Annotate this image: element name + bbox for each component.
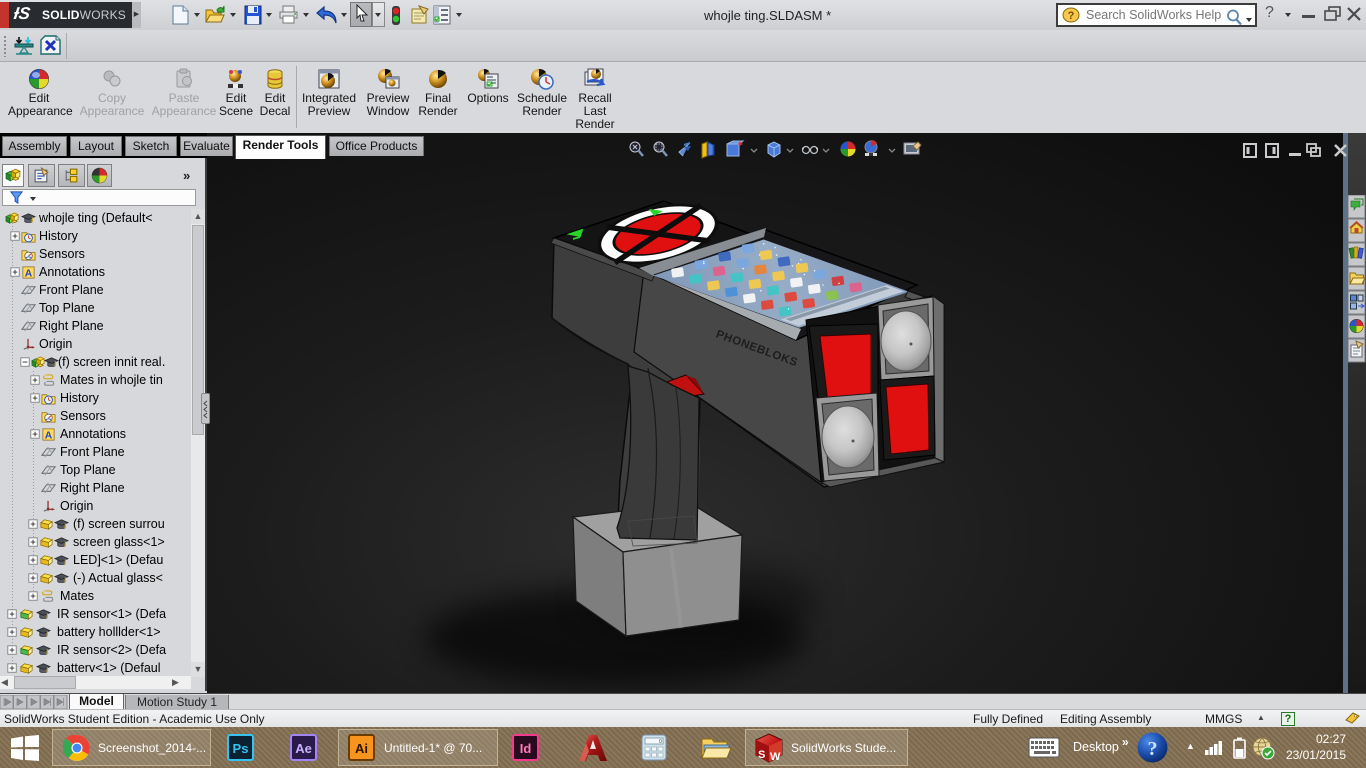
svg-text:W: W: [770, 751, 781, 763]
svg-text:?: ?: [1068, 10, 1075, 22]
svg-text:S: S: [758, 749, 765, 761]
svg-text:0: 0: [659, 739, 662, 745]
svg-text:?: ?: [1148, 738, 1158, 760]
